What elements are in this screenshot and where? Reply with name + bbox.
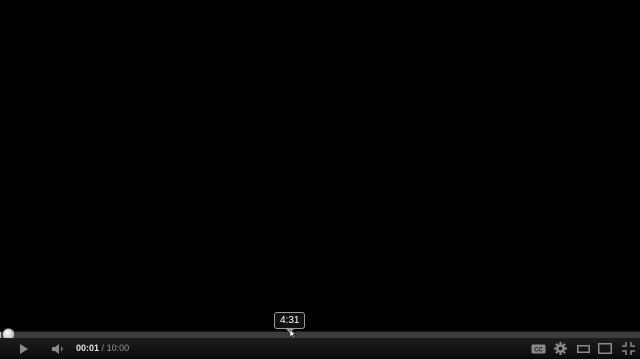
captions-button[interactable]: CC (528, 338, 548, 359)
mute-button[interactable] (47, 338, 69, 359)
duration: 10:00 (106, 343, 130, 353)
captions-icon: CC (531, 344, 545, 353)
time-display: 00:01 / 10:00 (76, 338, 129, 359)
current-time: 00:01 (76, 343, 100, 353)
seek-hover-time-tooltip: 4:31 (274, 312, 306, 333)
large-player-button[interactable] (595, 338, 615, 359)
large-player-icon (598, 343, 612, 354)
player-control-bar: 00:01 / 10:00 CC (0, 338, 640, 359)
small-player-icon (576, 345, 590, 353)
small-player-button[interactable] (573, 338, 593, 359)
fullscreen-icon (621, 342, 635, 355)
volume-icon (52, 343, 63, 354)
mouse-pointer-icon (290, 330, 296, 338)
time-separator: / (101, 343, 105, 353)
video-display[interactable] (0, 0, 640, 331)
hover-time-label: 4:31 (280, 315, 300, 326)
settings-button[interactable] (550, 338, 570, 359)
fullscreen-button[interactable] (618, 338, 638, 359)
settings-gear-icon (553, 342, 567, 355)
svg-text:CC: CC (534, 347, 543, 353)
play-button[interactable] (13, 338, 35, 359)
play-icon (20, 343, 28, 354)
